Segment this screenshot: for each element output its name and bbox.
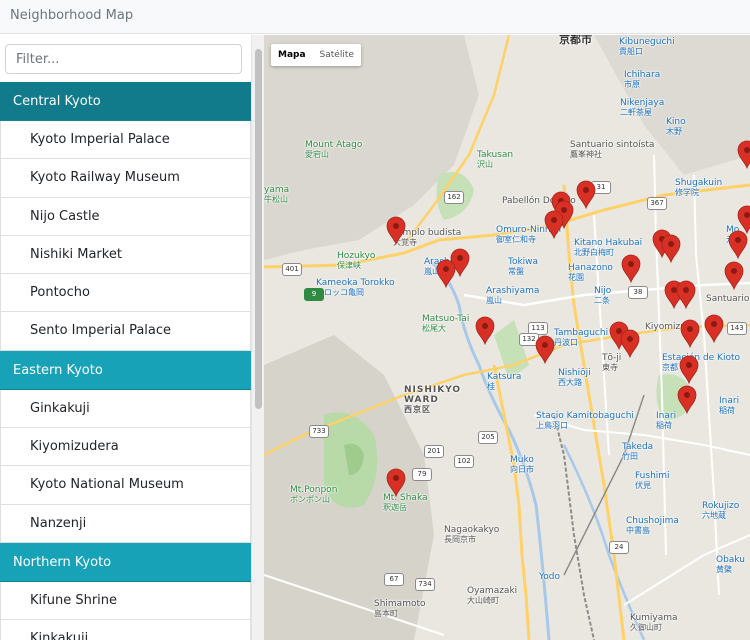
list-item[interactable]: Ginkakuji [0,389,251,429]
list-item[interactable]: Kiyomizudera [0,428,251,467]
map-marker[interactable] [704,314,724,344]
map-marker[interactable] [576,180,596,210]
filter-input[interactable] [5,44,242,74]
map-marker[interactable] [436,259,456,289]
map-marker[interactable] [661,234,681,264]
map-marker[interactable] [724,261,744,291]
map-marker[interactable] [620,329,640,359]
map-marker[interactable] [728,230,748,260]
map-marker[interactable] [676,280,696,310]
sidebar: Central Kyoto Kyoto Imperial Palace Kyot… [0,35,251,640]
map-marker[interactable] [680,319,700,349]
list-item[interactable]: Pontocho [0,274,251,313]
map-marker[interactable] [475,316,495,346]
list-item[interactable]: Nishiki Market [0,235,251,275]
map-marker[interactable] [737,140,750,170]
list-item[interactable]: Kyoto Railway Museum [0,159,251,198]
scrollbar-thumb[interactable] [255,49,262,409]
list-item[interactable]: Nijo Castle [0,197,251,236]
map-canvas[interactable]: Mapa Satélite 京都市 Kibuneguchi 貴船口 Ichihar… [264,35,750,640]
navbar: Neighborhood Map [0,0,750,34]
list-item[interactable]: Kyoto Imperial Palace [0,121,251,160]
location-list: Central Kyoto Kyoto Imperial Palace Kyot… [0,82,251,640]
sidebar-scrollbar[interactable] [251,35,264,640]
map-marker[interactable] [386,468,406,498]
list-item[interactable]: Nanzenji [0,504,251,543]
list-item[interactable]: Kinkakuji [0,620,251,640]
group-header-central-kyoto[interactable]: Central Kyoto [0,82,251,121]
map-marker[interactable] [535,335,555,365]
map-marker[interactable] [544,210,564,240]
list-item[interactable]: Sento Imperial Palace [0,312,251,351]
list-item[interactable]: Kyoto National Museum [0,466,251,505]
map-marker[interactable] [737,205,750,235]
map-marker[interactable] [679,355,699,385]
group-header-northern-kyoto[interactable]: Northern Kyoto [0,542,251,582]
group-header-eastern-kyoto[interactable]: Eastern Kyoto [0,350,251,390]
map-marker[interactable] [621,254,641,284]
list-item[interactable]: Kifune Shrine [0,581,251,621]
app-title: Neighborhood Map [10,8,134,23]
map-marker[interactable] [386,216,406,246]
marker-layer [386,140,750,498]
map-marker[interactable] [677,385,697,415]
